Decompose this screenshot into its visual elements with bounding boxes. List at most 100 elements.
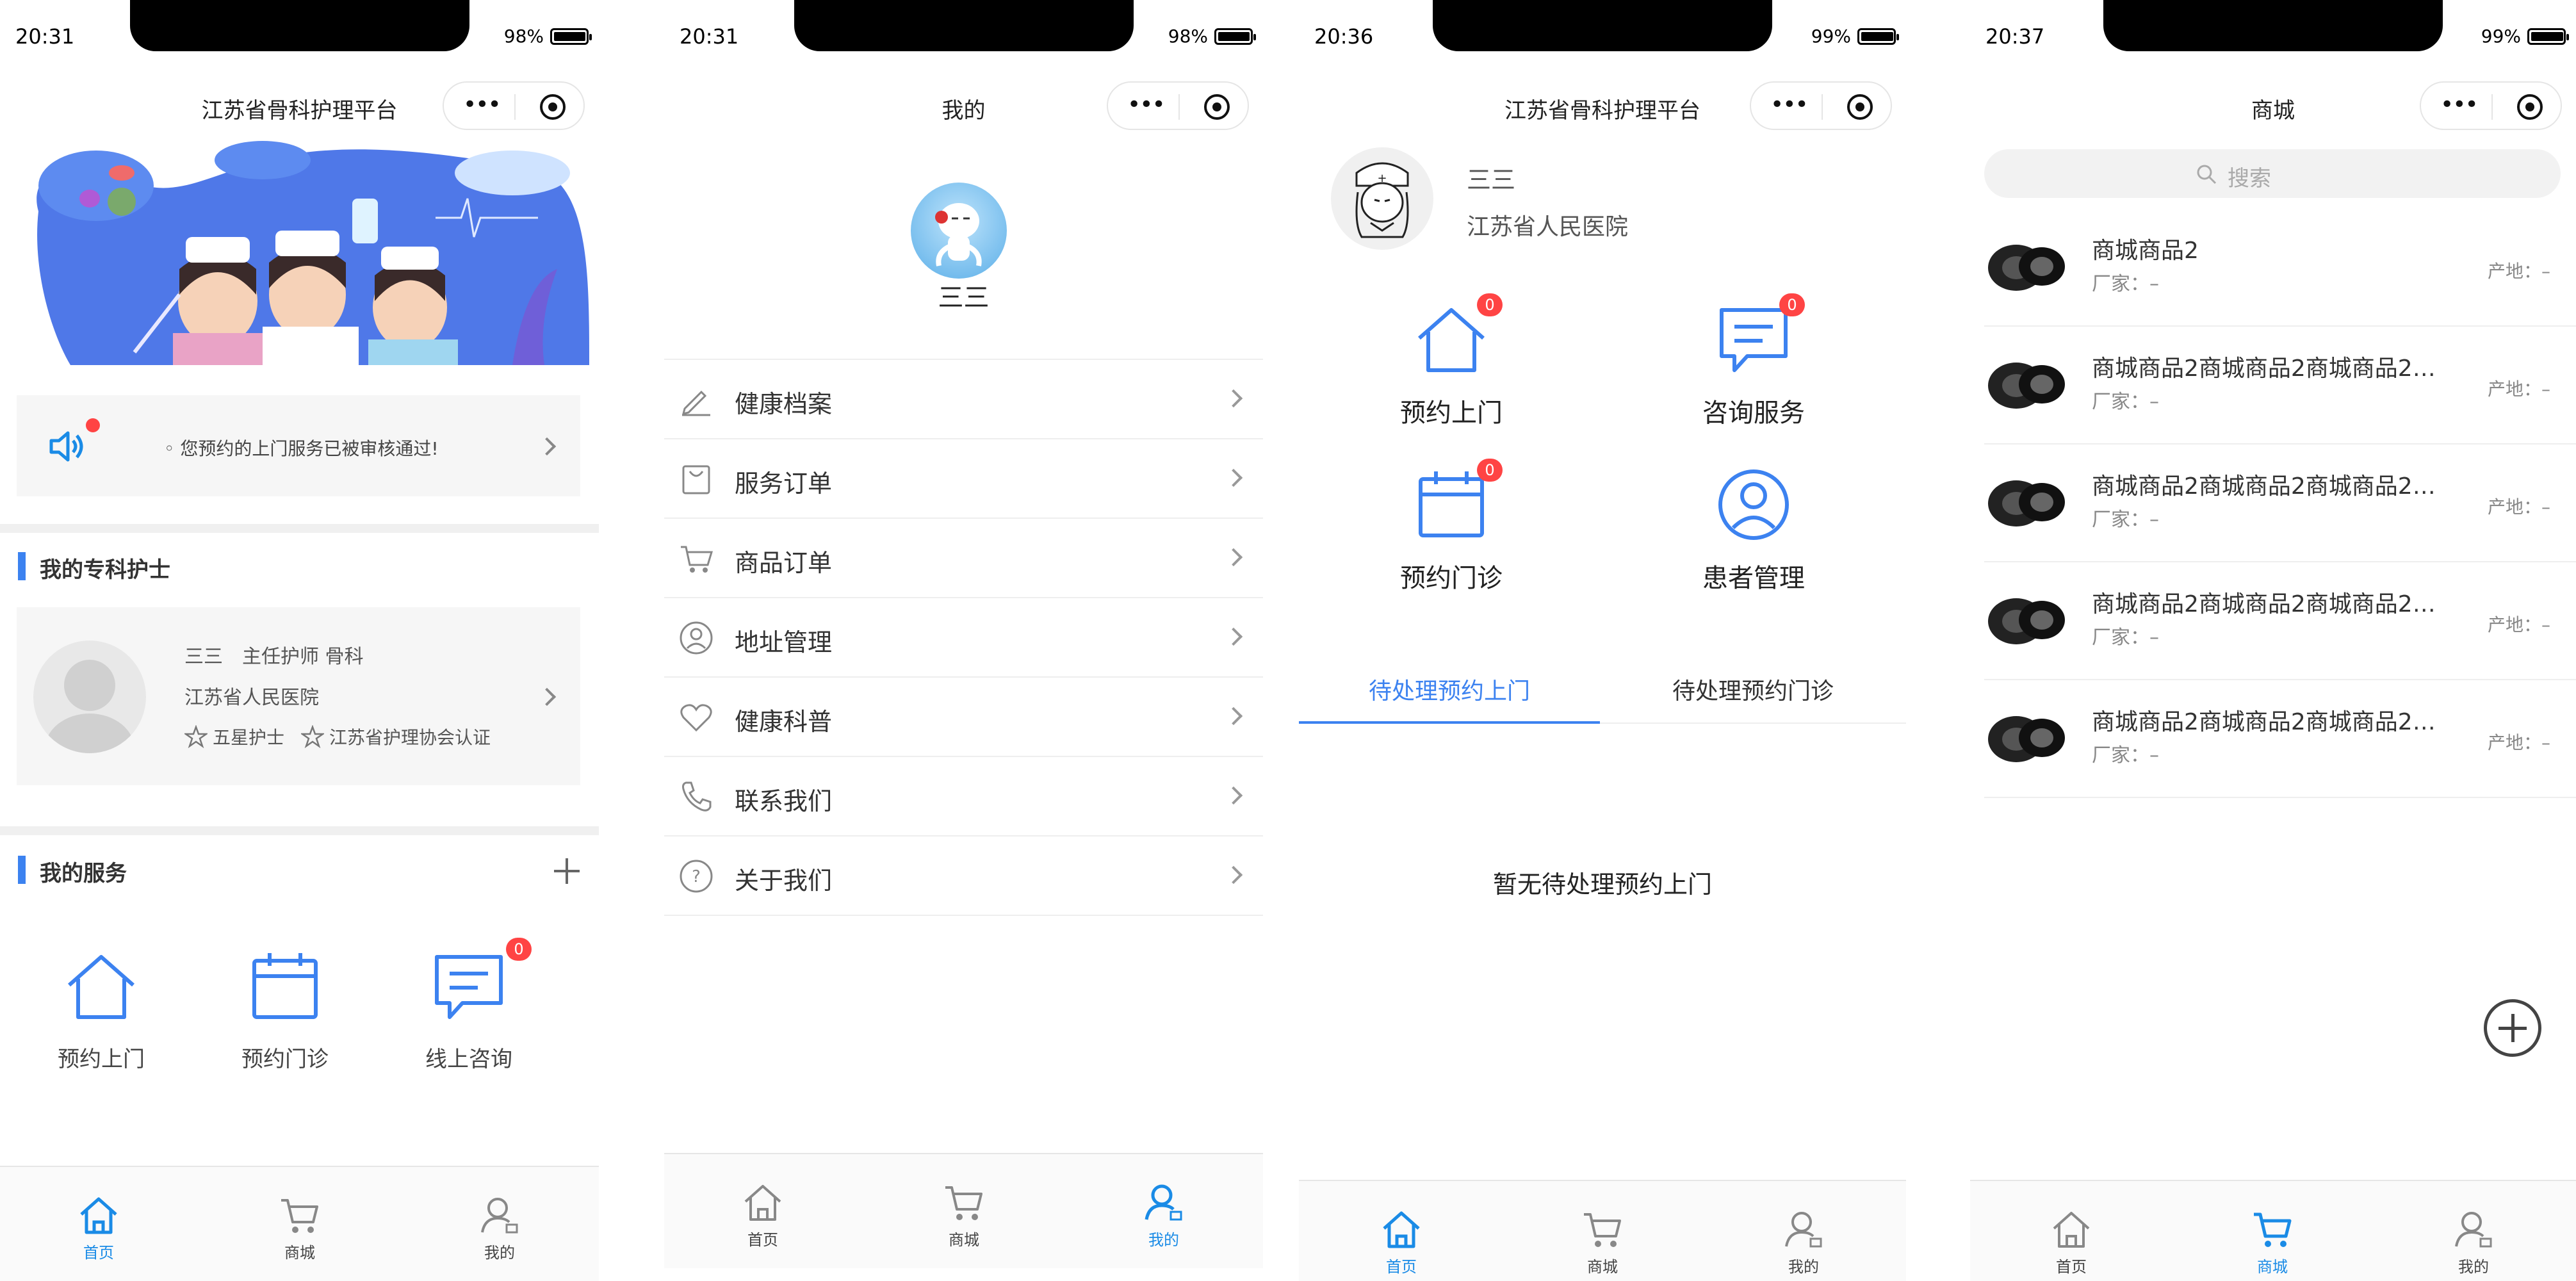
add-service-icon[interactable] <box>554 858 580 884</box>
goods-item[interactable]: 商城商品2 厂家：– 产地：– <box>1984 209 2576 327</box>
chevron-right-icon <box>1224 786 1243 805</box>
tab-home[interactable]: 首页 <box>1357 1207 1446 1277</box>
menu-item-address[interactable]: 地址管理 <box>664 598 1263 678</box>
tab-label: 商城 <box>1587 1258 1618 1276</box>
tab-shop[interactable]: 商城 <box>2228 1207 2317 1277</box>
mini-program-capsule[interactable]: ••• <box>1107 81 1249 130</box>
notch <box>129 0 469 51</box>
service-clinic[interactable]: 预约门诊 <box>215 948 355 1073</box>
section-title-service: 我的服务 <box>18 856 127 887</box>
goods-item[interactable]: 商城商品2商城商品2商城商品2… 厂家：– 产地：– <box>1984 562 2576 680</box>
nurse-card[interactable]: 三三 主任护师 骨科 江苏省人民医院 五星护士 江苏省护理协会认证 <box>17 607 580 785</box>
tab-mine[interactable]: 我的 <box>1759 1207 1848 1277</box>
chevron-right-icon <box>537 437 557 456</box>
tab-mine[interactable]: 我的 <box>1119 1180 1209 1250</box>
menu-item-health-record[interactable]: 健康档案 <box>664 360 1263 439</box>
tab-mine[interactable]: 我的 <box>455 1193 544 1262</box>
user-avatar[interactable] <box>911 183 1007 279</box>
nurse-name: 三三 <box>1467 166 1516 194</box>
headphones-product-image <box>1988 598 2065 644</box>
service-label: 预约门诊 <box>241 1047 329 1072</box>
close-circle-icon[interactable] <box>1847 94 1873 120</box>
menu-item-service-orders[interactable]: 服务订单 <box>664 439 1263 519</box>
star-icon <box>301 725 325 748</box>
menu-item-health-science[interactable]: 健康科普 <box>664 678 1263 757</box>
tab-label: 首页 <box>2056 1258 2087 1276</box>
user-icon <box>1145 1184 1182 1221</box>
mini-program-capsule[interactable]: ••• <box>1750 81 1892 130</box>
chevron-right-icon <box>537 687 557 706</box>
tab-home[interactable]: 首页 <box>718 1180 808 1250</box>
goods-maker: 厂家：– <box>2092 509 2159 531</box>
service-consult[interactable]: 线上咨询 0 <box>398 938 539 1073</box>
grid-patients[interactable]: 患者管理 <box>1651 466 1856 594</box>
nav-bar: 江苏省骨科护理平台 ••• <box>0 74 599 138</box>
home-icon <box>80 1197 117 1234</box>
nurse-tag-star: 五星护士 <box>213 727 285 748</box>
nurse-hospital: 江苏省人民医院 <box>1467 214 1629 240</box>
goods-maker: 厂家：– <box>2092 391 2159 413</box>
add-floating-button[interactable] <box>2484 999 2541 1057</box>
unread-badge: 0 <box>1779 293 1805 316</box>
grid-clinic[interactable]: 预约门诊 0 <box>1349 459 1554 594</box>
close-circle-icon[interactable] <box>1204 94 1230 120</box>
nurse-avatar <box>33 640 146 753</box>
tab-home[interactable]: 首页 <box>2026 1207 2116 1277</box>
close-circle-icon[interactable] <box>2517 94 2543 120</box>
search-input[interactable]: 搜索 <box>1984 149 2561 198</box>
tab-pending-home-visit[interactable]: 待处理预约上门 <box>1299 673 1600 706</box>
chevron-right-icon <box>1224 706 1243 726</box>
tab-pending-clinic[interactable]: 待处理预约门诊 <box>1602 673 1903 706</box>
cart-icon <box>281 1199 318 1233</box>
menu-item-goods-orders[interactable]: 商品订单 <box>664 519 1263 598</box>
grid-consult[interactable]: 咨询服务 0 <box>1651 293 1856 429</box>
close-circle-icon[interactable] <box>540 94 566 120</box>
more-icon[interactable]: ••• <box>1770 94 1809 117</box>
mini-program-capsule[interactable]: ••• <box>2420 81 2562 130</box>
goods-item[interactable]: 商城商品2商城商品2商城商品2… 厂家：– 产地：– <box>1984 445 2576 562</box>
active-tab-indicator <box>1299 721 1600 724</box>
section-divider <box>0 826 599 835</box>
status-bar: 20:37 99% <box>1970 0 2576 58</box>
star-icon <box>184 725 208 748</box>
more-icon[interactable]: ••• <box>2440 94 2479 117</box>
notch <box>794 0 1134 51</box>
service-home-visit[interactable]: 预约上门 <box>31 948 172 1073</box>
tab-label: 商城 <box>2257 1258 2288 1276</box>
mini-program-capsule[interactable]: ••• <box>443 81 585 130</box>
tab-bar: 首页 商城 我的 <box>1299 1180 1906 1281</box>
tab-mine[interactable]: 我的 <box>2429 1207 2518 1277</box>
menu-item-contact[interactable]: 联系我们 <box>664 757 1263 836</box>
house-icon <box>68 955 135 1019</box>
goods-item[interactable]: 商城商品2商城商品2商城商品2… 厂家：– 产地：– <box>1984 327 2576 445</box>
notch <box>1433 0 1772 51</box>
goods-maker: 厂家：– <box>2092 273 2159 295</box>
more-icon[interactable]: ••• <box>1127 94 1166 117</box>
grid-label: 咨询服务 <box>1702 398 1805 428</box>
more-icon[interactable]: ••• <box>463 94 501 117</box>
battery-indicator: 98% <box>1168 26 1256 47</box>
grid-home-visit[interactable]: 预约上门 0 <box>1349 293 1554 429</box>
goods-name: 商城商品2商城商品2商城商品2… <box>2092 355 2436 382</box>
tab-shop[interactable]: 商城 <box>255 1193 345 1262</box>
headphones-product-image <box>1988 716 2065 762</box>
menu-item-about[interactable]: ? 关于我们 <box>664 836 1263 916</box>
tab-shop[interactable]: 商城 <box>1558 1207 1647 1277</box>
tab-label: 首页 <box>83 1244 114 1262</box>
person-placeholder-icon <box>45 660 135 753</box>
tab-home[interactable]: 首页 <box>54 1193 143 1262</box>
section-divider <box>0 524 599 533</box>
cart-icon <box>2254 1212 2292 1247</box>
profile-menu: 健康档案 服务订单 商品订单 地址管理 健康科普 联系我们 ? 关于我们 <box>664 359 1263 916</box>
nurse-name-title: 三三 主任护师 骨科 <box>184 646 364 668</box>
notice-bar[interactable]: ◦ 您预约的上门服务已被审核通过! <box>17 395 580 496</box>
chevron-right-icon <box>1224 627 1243 646</box>
chevron-right-icon <box>1224 389 1243 408</box>
goods-item[interactable]: 商城商品2商城商品2商城商品2… 厂家：– 产地：– <box>1984 680 2576 798</box>
nurse-avatar[interactable]: + <box>1331 147 1433 250</box>
grid-label: 预约上门 <box>1400 398 1503 428</box>
nav-bar: 江苏省骨科护理平台 ••• <box>1299 74 1906 138</box>
goods-origin: 产地：– <box>2487 379 2550 400</box>
tab-shop[interactable]: 商城 <box>919 1180 1009 1250</box>
tab-bar: 首页 商城 我的 <box>664 1153 1263 1268</box>
